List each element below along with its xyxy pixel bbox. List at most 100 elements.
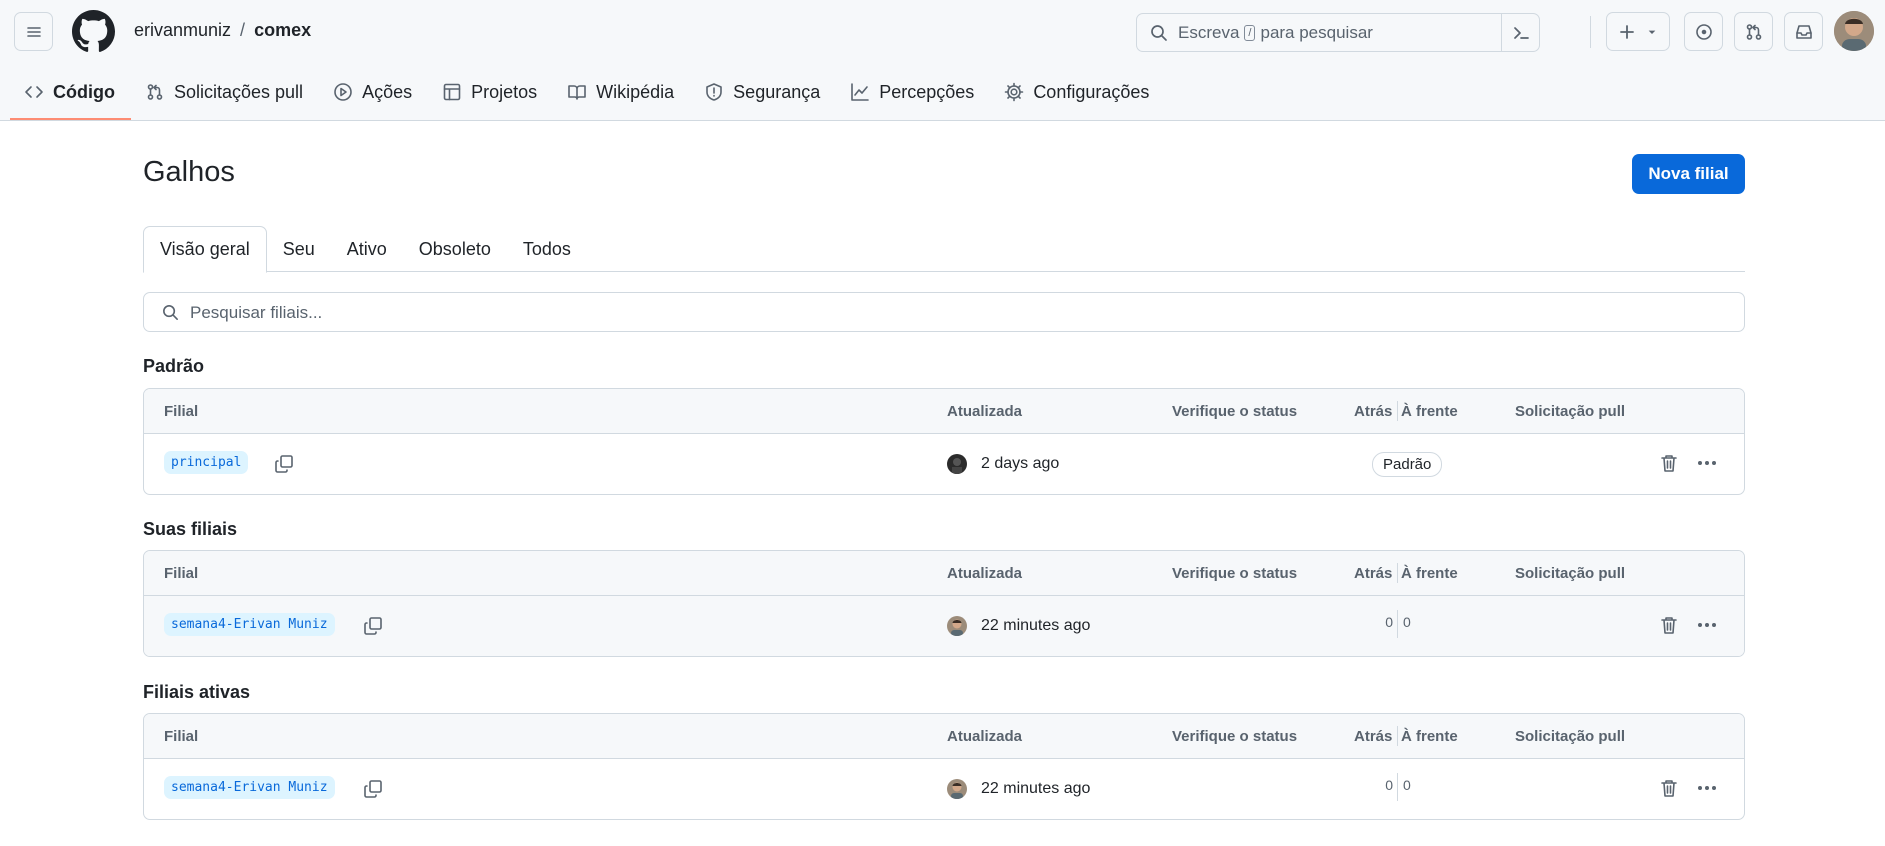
col-branch: Filial	[164, 403, 199, 420]
tab-wiki-label: Wikipédia	[596, 81, 675, 102]
col-updated: Atualizada	[947, 728, 1023, 745]
table-row: principal 2 days ago Padrão	[144, 434, 1744, 494]
kebab-horizontal-icon	[1698, 623, 1716, 627]
branch-name-link[interactable]: semana4-Erivan Muniz	[164, 776, 335, 799]
delete-branch-button[interactable]	[1658, 614, 1680, 636]
behind-ahead-bar	[1397, 773, 1398, 801]
branch-name-link[interactable]: semana4-Erivan Muniz	[164, 613, 335, 636]
table-row: semana4-Erivan Muniz 22 minutes ago 0 0	[144, 759, 1744, 819]
user-avatar[interactable]	[1834, 11, 1874, 51]
tab-code-label: Código	[53, 81, 115, 102]
play-icon	[334, 83, 352, 101]
table-row: semana4-Erivan Muniz 22 minutes ago 0 0	[144, 596, 1744, 656]
tab-all[interactable]: Todos	[507, 226, 587, 272]
page-title: Galhos	[143, 156, 235, 188]
inbox-button[interactable]	[1784, 12, 1823, 51]
author-avatar[interactable]	[947, 779, 967, 799]
command-palette-button[interactable]	[1501, 14, 1539, 51]
table-header: Filial Atualizada Verifique o status Atr…	[144, 551, 1744, 596]
col-check-status: Verifique o status	[1172, 728, 1298, 745]
col-check-status: Verifique o status	[1172, 565, 1298, 582]
search-placeholder: Escreva / para pesquisar	[1178, 23, 1373, 43]
tab-settings-label: Configurações	[1033, 81, 1150, 102]
pull-requests-button[interactable]	[1734, 12, 1773, 51]
more-options-button[interactable]	[1695, 452, 1719, 474]
copy-icon	[364, 617, 382, 635]
graph-icon	[851, 83, 870, 101]
behind-ahead-bar	[1397, 610, 1398, 638]
delete-branch-button[interactable]	[1658, 452, 1680, 474]
delete-branch-button[interactable]	[1658, 777, 1680, 799]
ahead-count: 0	[1403, 614, 1411, 630]
col-ahead: À frente	[1401, 565, 1458, 582]
search-icon	[163, 305, 178, 320]
tab-pull-requests[interactable]: Solicitações pull	[131, 72, 319, 112]
user-avatar-image	[1834, 11, 1874, 51]
col-pull-request: Solicitação pull	[1515, 403, 1626, 420]
branch-search-input[interactable]: Pesquisar filiais...	[143, 292, 1745, 332]
col-pull-request: Solicitação pull	[1515, 728, 1626, 745]
code-icon	[25, 86, 43, 98]
behind-ahead-divider	[1397, 726, 1398, 746]
branch-search-placeholder: Pesquisar filiais...	[190, 303, 323, 322]
tab-security[interactable]: Segurança	[690, 72, 836, 112]
github-logo-icon[interactable]	[72, 10, 115, 53]
branch-name-link[interactable]: principal	[164, 451, 249, 474]
table-header: Filial Atualizada Verifique o status Atr…	[144, 714, 1744, 759]
tab-active[interactable]: Ativo	[331, 226, 403, 272]
col-updated: Atualizada	[947, 565, 1023, 582]
behind-count: 0	[1385, 614, 1393, 630]
terminal-icon	[1513, 26, 1529, 39]
create-new-button[interactable]	[1606, 12, 1670, 51]
updated-time: 2 days ago	[981, 455, 1060, 472]
hamburger-icon	[26, 26, 41, 37]
breadcrumb-owner[interactable]: erivanmuniz	[134, 20, 231, 41]
behind-count: 0	[1385, 777, 1393, 793]
trash-icon	[1661, 455, 1677, 472]
breadcrumb-repo[interactable]: comex	[254, 20, 311, 41]
tab-wiki[interactable]: Wikipédia	[553, 72, 690, 112]
branch-filter-tabs: Visão geral Seu Ativo Obsoleto Todos	[143, 226, 1745, 273]
tab-code[interactable]: Código	[10, 72, 131, 120]
col-behind: Atrás	[1354, 728, 1393, 745]
col-ahead: À frente	[1401, 403, 1458, 420]
tab-insights-label: Percepções	[879, 81, 975, 102]
tab-stale[interactable]: Obsoleto	[403, 226, 507, 272]
copy-branch-button[interactable]	[362, 615, 384, 637]
updated-time: 22 minutes ago	[981, 617, 1091, 634]
author-avatar[interactable]	[947, 454, 967, 474]
tab-pull-requests-label: Solicitações pull	[173, 81, 304, 102]
menu-button[interactable]	[14, 12, 53, 51]
triangle-down-icon	[1648, 30, 1656, 34]
trash-icon	[1661, 617, 1677, 634]
issue-opened-icon	[1695, 23, 1712, 40]
col-behind: Atrás	[1354, 565, 1393, 582]
more-options-button[interactable]	[1695, 614, 1719, 636]
tab-overview[interactable]: Visão geral	[143, 226, 267, 273]
app-header: erivanmuniz / comex Escreva / para pesqu…	[0, 0, 1885, 121]
search-placeholder-prefix: Escreva	[1178, 23, 1240, 42]
tab-projects-label: Projetos	[471, 81, 538, 102]
git-pull-request-icon	[1746, 23, 1761, 40]
inbox-icon	[1795, 24, 1812, 39]
col-behind: Atrás	[1354, 403, 1393, 420]
global-search-input[interactable]: Escreva / para pesquisar	[1136, 13, 1540, 52]
new-branch-button[interactable]: Nova filial	[1632, 154, 1745, 194]
tab-settings[interactable]: Configurações	[990, 72, 1165, 112]
issues-button[interactable]	[1684, 12, 1723, 51]
author-avatar[interactable]	[947, 616, 967, 636]
search-placeholder-suffix: para pesquisar	[1260, 23, 1373, 42]
copy-branch-button[interactable]	[273, 453, 295, 475]
book-icon	[568, 85, 586, 100]
kebab-horizontal-icon	[1698, 461, 1716, 465]
more-options-button[interactable]	[1695, 777, 1719, 799]
shield-icon	[706, 83, 722, 101]
breadcrumb: erivanmuniz / comex	[134, 20, 311, 41]
kebab-horizontal-icon	[1698, 786, 1716, 790]
copy-branch-button[interactable]	[362, 778, 384, 800]
tab-projects[interactable]: Projetos	[428, 72, 553, 112]
tab-insights[interactable]: Percepções	[836, 72, 990, 112]
plus-icon	[1620, 24, 1634, 39]
tab-yours[interactable]: Seu	[267, 226, 331, 272]
tab-actions[interactable]: Ações	[319, 72, 428, 112]
